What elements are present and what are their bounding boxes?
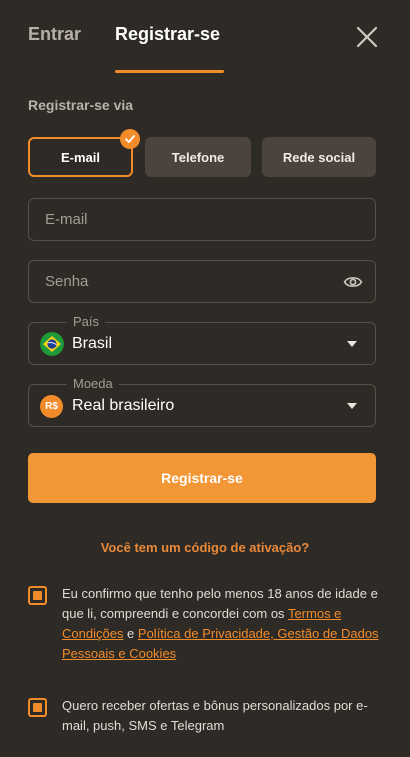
auth-tabs: Entrar Registrar-se: [0, 0, 410, 74]
register-via-label: Registrar-se via: [28, 97, 134, 113]
country-select[interactable]: País Brasil: [28, 314, 376, 365]
tab-login[interactable]: Entrar: [28, 24, 81, 45]
chevron-down-icon: [347, 341, 357, 347]
checkbox-checked-mark: [33, 703, 42, 712]
method-social-label: Rede social: [282, 149, 356, 165]
password-field-wrapper: [28, 260, 376, 303]
active-tab-indicator: [115, 70, 224, 73]
offers-consent-text: Quero receber ofertas e bônus personaliz…: [62, 698, 368, 733]
terms-conjunction: e: [123, 626, 138, 641]
method-phone-label: Telefone: [171, 149, 225, 165]
terms-checkbox[interactable]: [28, 586, 47, 605]
method-social-button[interactable]: Rede social: [262, 137, 376, 177]
currency-label: Moeda: [67, 376, 119, 391]
method-phone-button[interactable]: Telefone: [145, 137, 251, 177]
country-label: País: [67, 314, 106, 329]
close-icon[interactable]: [354, 24, 380, 50]
register-submit-label: Registrar-se: [161, 470, 243, 486]
email-field[interactable]: [29, 199, 375, 240]
terms-consent-text: Eu confirmo que tenho pelo menos 18 anos…: [62, 584, 380, 664]
check-icon: [120, 129, 140, 149]
offers-checkbox[interactable]: [28, 698, 47, 717]
brazil-flag-icon: [40, 332, 64, 356]
method-email-label: E-mail: [60, 149, 100, 165]
country-value: Brasil: [72, 335, 113, 352]
currency-symbol: R$: [45, 401, 58, 412]
email-field-wrapper: [28, 198, 376, 241]
currency-coin-icon: R$: [40, 395, 63, 418]
activation-code-link[interactable]: Você tem um código de ativação?: [0, 540, 410, 555]
eye-icon[interactable]: [343, 273, 363, 291]
method-email-button[interactable]: E-mail: [28, 137, 133, 177]
password-field[interactable]: [29, 261, 375, 302]
chevron-down-icon: [347, 403, 357, 409]
register-submit-button[interactable]: Registrar-se: [28, 453, 376, 503]
tab-register[interactable]: Registrar-se: [115, 24, 220, 45]
currency-select[interactable]: Moeda R$ Real brasileiro: [28, 376, 376, 427]
currency-value: Real brasileiro: [72, 397, 175, 414]
checkbox-checked-mark: [33, 591, 42, 600]
